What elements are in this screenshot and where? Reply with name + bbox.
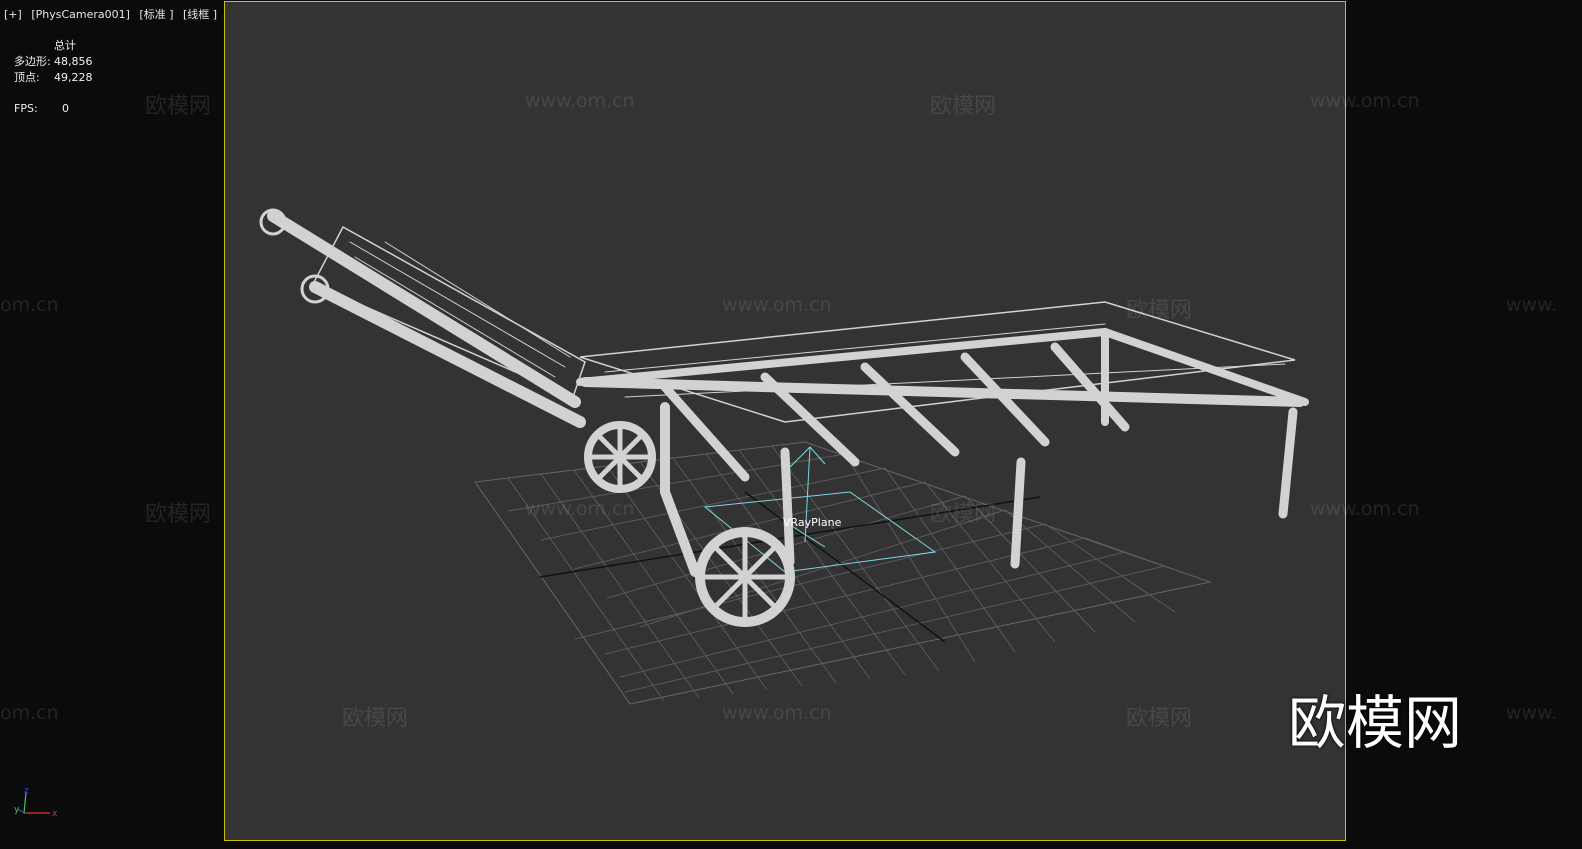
ground-grid [474,441,1212,705]
wireframe-scene[interactable] [225,2,1345,840]
axis-y-label: y [14,805,20,815]
fps-value: 0 [62,102,69,115]
axis-x-label: x [52,809,58,819]
watermark-brand: 欧模网 [145,94,212,119]
polygons-label: 多边形: [14,55,51,68]
axis-gizmo: x y z [14,786,58,819]
vray-plane-label: VRayPlane [783,516,842,529]
axis-z-label: z [24,786,29,796]
fps-label: FPS: [14,102,38,115]
camera-viewport[interactable]: VRayPlane [224,1,1346,841]
viewport-camera-menu[interactable]: [PhysCamera001] [31,8,130,21]
vertices-value: 49,228 [54,71,93,84]
statistics-overlay: 总计 多边形: 48,856 顶点: 49,228 FPS: 0 [14,38,93,117]
brand-logo: 欧模网 [1288,689,1463,757]
watermark-url-start: www. [1506,294,1557,316]
watermark-url-start: www. [1506,702,1557,724]
stats-header: 总计 [54,39,76,52]
polygons-value: 48,856 [54,55,93,68]
vertices-label: 顶点: [14,71,40,84]
viewport-label-menu[interactable]: [+] [PhysCamera001] [标准 ] [线框 ] [4,6,223,22]
watermark-brand: 欧模网 [145,502,212,527]
viewport-shading-standard-menu[interactable]: [标准 ] [139,8,173,21]
watermark-url-cut: om.cn [0,702,59,724]
viewport-plus-menu[interactable]: [+] [4,8,22,21]
viewport-wireframe-menu[interactable]: [线框 ] [183,8,217,21]
watermark-url-cut: om.cn [0,294,59,316]
